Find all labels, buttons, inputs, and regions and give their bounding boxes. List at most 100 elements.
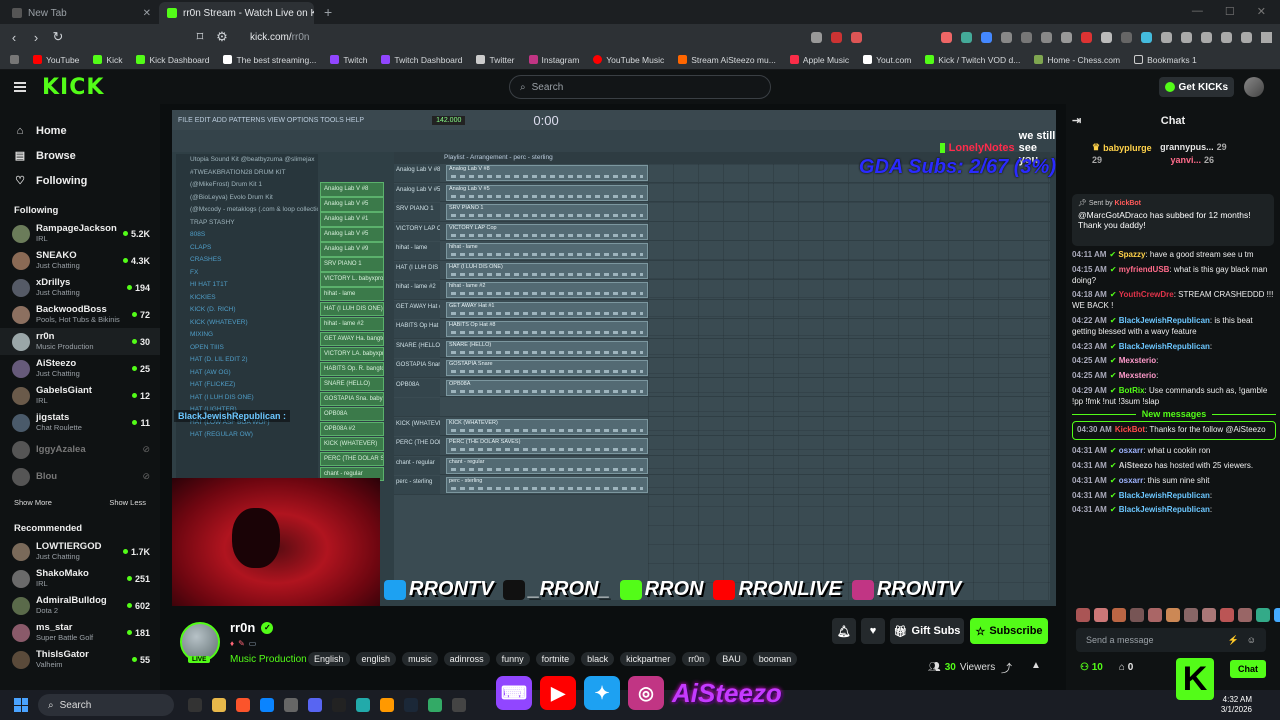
sidebar-channel[interactable]: BackwoodBoss Pools, Hot Tubs & Bikinis 72 [0, 301, 160, 328]
emote-icon[interactable] [1112, 608, 1126, 622]
msg-user[interactable]: osxarr [1119, 446, 1143, 455]
extension-icon[interactable] [1061, 31, 1072, 43]
extension-icon[interactable] [1081, 31, 1092, 43]
kicks-balance[interactable]: ⚇ 10 [1080, 662, 1103, 673]
bookmark-streaming[interactable]: The best streaming... [223, 55, 316, 65]
back-icon[interactable]: ‹ [8, 30, 20, 45]
bookmark-twitter[interactable]: Twitter [476, 55, 515, 65]
extension-icon[interactable] [1001, 31, 1012, 43]
emote-icon[interactable] [1166, 608, 1180, 622]
sidebar-channel[interactable]: rr0n Music Production 30 [0, 328, 160, 355]
brave-rewards-icon[interactable] [851, 31, 862, 43]
sidebar-channel[interactable]: ThisIsGator Valheim 55 [0, 646, 160, 673]
msg-user[interactable]: Spazzy [1118, 250, 1145, 259]
sidebar-channel[interactable]: Blou ⊘ [0, 463, 160, 490]
msg-user[interactable]: AiSteezo [1119, 461, 1153, 470]
msg-user[interactable]: Mexsterio [1119, 356, 1156, 365]
emote-icon[interactable] [1238, 608, 1252, 622]
emote-icon[interactable] [1220, 608, 1234, 622]
msg-user[interactable]: BlackJewishRepublican [1119, 316, 1210, 325]
wallet-icon[interactable] [1221, 31, 1232, 43]
bookmark-kick-dashboard[interactable]: Kick Dashboard [136, 55, 209, 65]
msg-user[interactable]: BlackJewishRepublican [1119, 342, 1210, 351]
sidebar-item-home[interactable]: ⌂ Home [0, 118, 160, 143]
extension-icon[interactable] [1021, 31, 1032, 43]
notification-bell-button[interactable]: 🔔︎ [832, 618, 856, 644]
sidebar-channel[interactable]: IggyAzalea ⊘ [0, 436, 160, 463]
get-kicks-button[interactable]: Get KICKs [1158, 77, 1234, 97]
bookmark-kick[interactable]: Kick [93, 55, 122, 65]
brave-icon[interactable] [236, 698, 250, 712]
url-field[interactable]: kick.com/rr0n [250, 32, 309, 43]
app-icon[interactable] [428, 698, 442, 712]
subscribe-button[interactable]: ☆ Subscribe [970, 618, 1048, 644]
sidebar-channel[interactable]: ShakoMako IRL 251 [0, 565, 160, 592]
video-player[interactable]: FILE EDIT ADD PATTERNS VIEW OPTIONS TOOL… [172, 110, 1056, 606]
translate-icon[interactable] [811, 31, 822, 43]
search-input[interactable]: ⌕ Search [509, 75, 771, 99]
extension-icon[interactable] [1041, 31, 1052, 43]
minimize-button[interactable]: — [1192, 5, 1203, 18]
app-icon[interactable] [452, 698, 466, 712]
tag-chip[interactable]: booman [752, 652, 798, 666]
msg-user[interactable]: BotRix [1119, 386, 1145, 395]
extensions-puzzle-icon[interactable] [1161, 31, 1172, 43]
bookmark-twitch[interactable]: Twitch [330, 55, 367, 65]
sidebar-item-browse[interactable]: ▤ Browse [0, 143, 160, 168]
chat-input[interactable]: Send a message ⚡ ☺ [1076, 628, 1266, 652]
menu-icon[interactable] [1261, 31, 1272, 43]
discord-icon[interactable] [308, 698, 322, 712]
bookmark-folder[interactable]: Bookmarks 1 [1134, 55, 1197, 65]
emote-icon[interactable] [1076, 608, 1090, 622]
downloads-icon[interactable] [1181, 31, 1192, 43]
app-icon[interactable] [380, 698, 394, 712]
sub-balance[interactable]: ⌂ 0 [1119, 662, 1133, 673]
app-icon[interactable] [356, 698, 370, 712]
tag-chip[interactable]: funny [495, 652, 530, 666]
taskbar-clock[interactable]: 4:32 AM 3/1/2026 [1221, 695, 1252, 716]
sidebar-channel[interactable]: ms_star Super Battle Golf 181 [0, 619, 160, 646]
bookmark-youtube-music[interactable]: YouTube Music [593, 55, 664, 65]
extension-icon[interactable] [1101, 31, 1112, 43]
tag-chip[interactable]: black [581, 652, 615, 666]
send-chat-button[interactable]: Chat [1230, 660, 1266, 678]
msg-user[interactable]: osxarr [1119, 476, 1143, 485]
tag-chip[interactable]: English [308, 652, 350, 666]
app-icon[interactable] [284, 698, 298, 712]
tab-new-tab[interactable]: New Tab ✕ [4, 2, 159, 24]
sidebar-channel[interactable]: AiSteezo Just Chatting 25 [0, 355, 160, 382]
msg-user[interactable]: KickBot [1115, 425, 1145, 434]
tag-chip[interactable]: rr0n [682, 652, 711, 666]
emote-icon[interactable] [1274, 608, 1280, 622]
bookmark-yout[interactable]: Yout.com [863, 55, 911, 65]
tag-chip[interactable]: fortnite [535, 652, 576, 666]
category-link[interactable]: Music Production [230, 654, 307, 665]
emote-icon[interactable] [1202, 608, 1216, 622]
brave-shield-icon[interactable] [831, 31, 842, 43]
new-tab-button[interactable]: + [314, 4, 342, 24]
tab-rr0n-stream[interactable]: rr0n Stream - Watch Live on K ✕ [159, 2, 314, 24]
user-avatar[interactable] [1244, 77, 1264, 97]
reload-icon[interactable]: ↻ [52, 29, 64, 45]
task-view-icon[interactable] [188, 698, 202, 712]
app-icon[interactable] [332, 698, 346, 712]
vpn-icon[interactable] [1241, 31, 1252, 43]
bookmark-twitch-dashboard[interactable]: Twitch Dashboard [381, 55, 462, 65]
emote-icon[interactable] [1184, 608, 1198, 622]
send-kicks-icon[interactable]: ⚡ [1228, 635, 1239, 646]
follow-button[interactable]: ♥ [861, 618, 885, 644]
msg-user[interactable]: myfriendUSB [1119, 265, 1170, 274]
bookmark-youtube[interactable]: YouTube [33, 55, 79, 65]
report-icon[interactable]: ▲ [1031, 660, 1041, 671]
extension-icon[interactable] [981, 31, 992, 43]
new-messages-divider[interactable]: New messages [1072, 408, 1276, 419]
emote-icon[interactable] [1094, 608, 1108, 622]
close-icon[interactable]: ✕ [143, 8, 151, 19]
kick-logo[interactable]: KICK [42, 75, 104, 100]
apps-icon[interactable] [10, 55, 19, 64]
msg-user[interactable]: YouthCrewDre [1119, 290, 1174, 299]
show-less-button[interactable]: Show Less [109, 498, 146, 507]
bookmark-kick-twitch-vod[interactable]: Kick / Twitch VOD d... [925, 55, 1020, 65]
sidebar-channel[interactable]: AdmiralBulldog Dota 2 602 [0, 592, 160, 619]
file-explorer-icon[interactable] [212, 698, 226, 712]
